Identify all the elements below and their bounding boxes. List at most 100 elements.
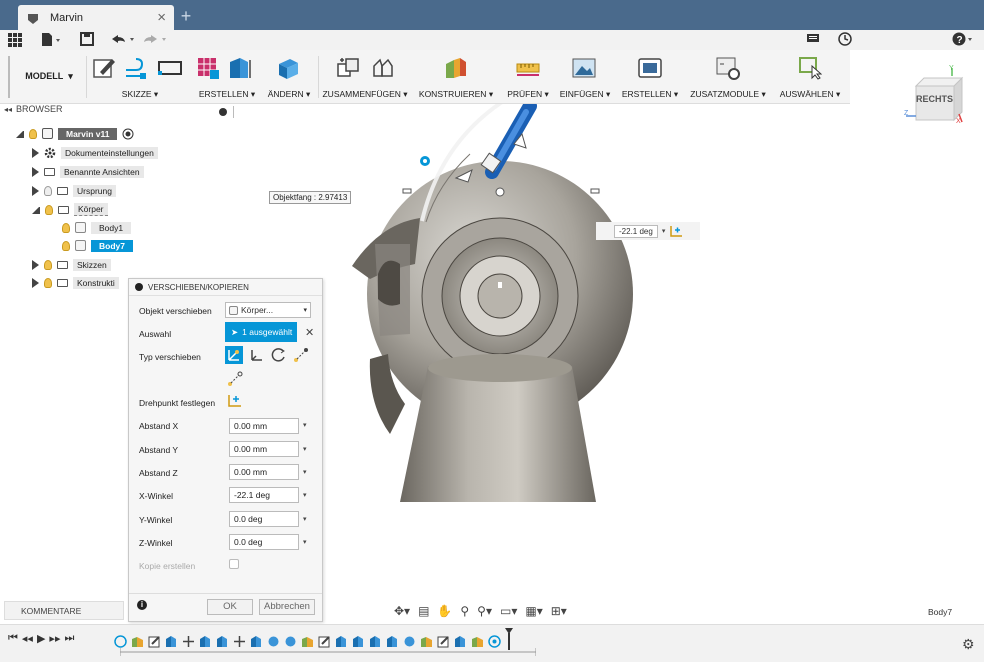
point-to-position-icon[interactable] — [227, 371, 243, 387]
cancel-button[interactable]: Abbrechen — [259, 599, 315, 615]
active-radio-icon[interactable] — [122, 128, 134, 140]
timeline-feature-move-icon[interactable] — [182, 635, 195, 648]
timeline-feature-move-selected-icon[interactable] — [488, 634, 501, 648]
comments-bar[interactable]: KOMMENTARE — [4, 601, 124, 620]
rotate-icon[interactable] — [271, 347, 287, 363]
browser-pin-icon[interactable] — [219, 108, 227, 116]
kopie-checkbox[interactable] — [229, 559, 239, 569]
timeline-feature-extrude-icon[interactable] — [199, 635, 212, 648]
ribbon-group-auswaehlen[interactable]: AUSWÄHLEN ▾ — [772, 50, 848, 104]
tree-item-skizzen[interactable]: Skizzen — [32, 257, 111, 272]
expand-closed-icon[interactable] — [32, 166, 39, 177]
info-icon[interactable]: i — [137, 600, 147, 610]
timeline-feature-extrude-icon[interactable] — [335, 635, 348, 648]
ribbon-group-aendern[interactable]: ÄNDERN ▾ — [262, 50, 316, 104]
visibility-bulb-icon[interactable] — [45, 204, 53, 215]
browser-header[interactable]: ◂◂ BROWSER — [4, 104, 63, 114]
expand-closed-icon[interactable] — [32, 277, 39, 288]
help-icon[interactable]: ? — [952, 32, 974, 46]
ribbon-group-zusammenfuegen[interactable]: ZUSAMMENFÜGEN ▾ — [320, 50, 410, 104]
abstand-x-input[interactable]: 0.00 mm — [229, 418, 299, 434]
create-form-icon[interactable] — [196, 56, 220, 80]
orbit-icon[interactable]: ✥▾ — [394, 604, 410, 618]
translate-icon[interactable] — [249, 347, 265, 363]
document-tab[interactable]: Marvin × — [18, 5, 174, 30]
timeline-feature-extrude-icon[interactable] — [352, 635, 365, 648]
tree-item-body7[interactable]: Body7 — [62, 238, 133, 253]
display-settings-icon[interactable]: ▭▾ — [500, 604, 517, 618]
tree-item-benannte-ansichten[interactable]: Benannte Ansichten — [32, 164, 144, 179]
visibility-bulb-icon[interactable] — [29, 128, 37, 139]
visibility-bulb-icon[interactable] — [44, 277, 52, 288]
close-tab-icon[interactable]: × — [157, 9, 166, 26]
z-winkel-input[interactable]: 0.0 deg — [229, 534, 299, 550]
tree-item-ursprung[interactable]: Ursprung — [32, 183, 116, 198]
timeline-forward-icon[interactable]: ▸▸ — [49, 632, 60, 645]
ribbon-group-pruefen[interactable]: PRÜFEN ▾ — [502, 50, 554, 104]
undo-icon[interactable] — [110, 32, 136, 46]
timeline-play-icon[interactable]: ▶ — [37, 632, 45, 645]
x-winkel-input[interactable]: -22.1 deg — [229, 487, 299, 503]
visibility-bulb-icon[interactable] — [62, 240, 70, 251]
timeline-feature-revolve-icon[interactable] — [284, 635, 297, 648]
press-pull-icon[interactable] — [276, 56, 300, 80]
chevron-down-icon[interactable]: ▾ — [303, 491, 307, 499]
timeline-feature-revolve-icon[interactable] — [267, 635, 280, 648]
line-icon[interactable] — [124, 56, 148, 80]
abstand-z-input[interactable]: 0.00 mm — [229, 464, 299, 480]
selection-button[interactable]: ➤ 1 ausgewählt — [225, 322, 297, 342]
tree-item-konstruktion[interactable]: Konstrukti — [32, 275, 119, 290]
timeline-feature-extrude-icon[interactable] — [165, 635, 178, 648]
ok-button[interactable]: OK — [207, 599, 253, 615]
timeline-feature-extrude-icon[interactable] — [454, 635, 467, 648]
timeline-feature-sketch-icon[interactable] — [318, 635, 331, 648]
dialog-header[interactable]: VERSCHIEBEN/KOPIEREN — [129, 279, 322, 296]
pan-hand-icon[interactable]: ✋ — [437, 604, 452, 618]
grid-settings-icon[interactable]: ▦▾ — [525, 604, 542, 618]
chevron-down-icon[interactable]: ▾ — [303, 445, 307, 453]
expand-closed-icon[interactable] — [32, 259, 39, 270]
visibility-bulb-icon[interactable] — [62, 222, 70, 233]
timeline-marker[interactable] — [505, 628, 513, 650]
timeline-feature-extrude-icon[interactable] — [369, 635, 382, 648]
expand-closed-icon[interactable] — [32, 147, 39, 158]
scripts-addins-icon[interactable] — [716, 56, 740, 80]
new-tab-button[interactable]: + — [176, 6, 196, 28]
collapse-chevron-icon[interactable]: ◂◂ — [4, 105, 12, 114]
ribbon-group-skizze[interactable]: SKIZZE ▾ — [90, 50, 190, 104]
visibility-bulb-off-icon[interactable] — [44, 185, 52, 196]
expand-closed-icon[interactable] — [32, 185, 39, 196]
angle-input[interactable]: -22.1 deg — [614, 224, 658, 238]
chevron-down-icon[interactable]: ▾ — [303, 421, 307, 429]
marvin-model[interactable] — [352, 161, 633, 502]
tree-item-koerper[interactable]: Körper — [32, 202, 108, 217]
y-winkel-input[interactable]: 0.0 deg — [229, 511, 299, 527]
ribbon-group-erstellen-2[interactable]: ERSTELLEN ▾ — [618, 50, 682, 104]
expand-open-icon[interactable] — [16, 130, 24, 138]
offset-plane-icon[interactable] — [444, 56, 468, 80]
3d-viewport[interactable] — [240, 104, 984, 624]
point-to-point-icon[interactable] — [293, 347, 309, 363]
ribbon-group-zusatzmodule[interactable]: ZUSATZMODULE ▾ — [686, 50, 770, 104]
collapse-dot-icon[interactable] — [135, 283, 143, 291]
timeline-feature-plane-icon[interactable] — [420, 635, 433, 648]
view-cube-face[interactable]: RECHTS — [916, 94, 953, 104]
expand-open-icon[interactable] — [32, 206, 40, 214]
render-image-icon[interactable] — [638, 56, 662, 80]
clear-selection-x-icon[interactable]: ✕ — [305, 326, 314, 339]
ribbon-group-konstruieren[interactable]: KONSTRUIEREN ▾ — [414, 50, 498, 104]
zoom-icon[interactable]: ⚲ — [460, 604, 469, 618]
create-sketch-icon[interactable] — [92, 56, 116, 80]
timeline-end-icon[interactable]: ⏭ — [64, 632, 74, 645]
measure-icon[interactable] — [516, 56, 540, 80]
ribbon-group-einfuegen[interactable]: EINFÜGEN ▾ — [556, 50, 614, 104]
pivot-set-icon[interactable] — [227, 394, 243, 408]
objekt-select[interactable]: Körper... ▾ — [225, 302, 311, 318]
redo-icon[interactable] — [142, 32, 168, 46]
timeline-feature-sketch-icon[interactable] — [437, 635, 450, 648]
timeline-feature-extrude-icon[interactable] — [216, 635, 229, 648]
insert-image-icon[interactable] — [572, 56, 596, 80]
fit-zoom-icon[interactable]: ⚲▾ — [477, 604, 492, 618]
chevron-down-icon[interactable]: ▾ — [303, 538, 307, 546]
timeline-back-icon[interactable]: ◂◂ — [22, 632, 33, 645]
